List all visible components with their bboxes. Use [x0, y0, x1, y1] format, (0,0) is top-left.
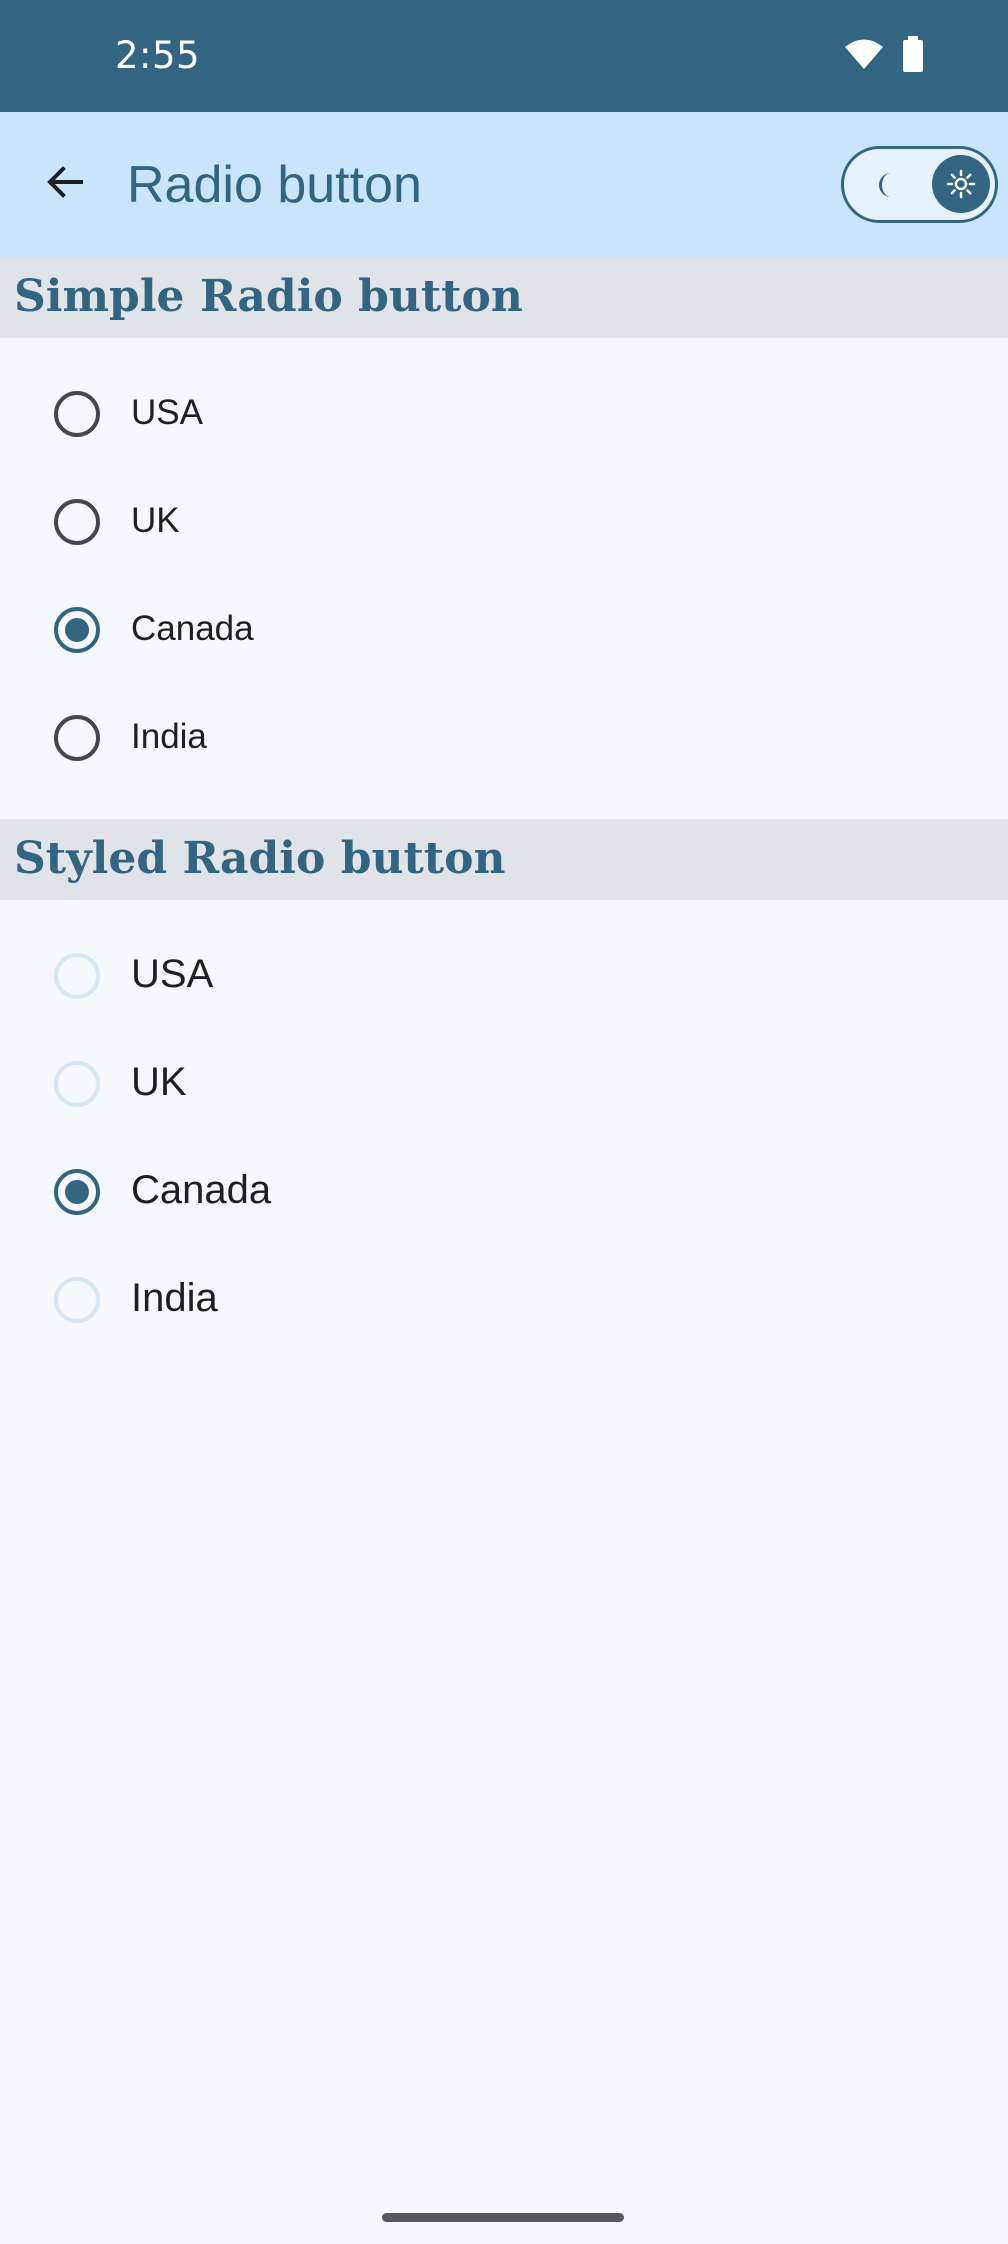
styled-radio-option-canada[interactable]: Canada [0, 1138, 1008, 1246]
radio-button[interactable] [54, 391, 100, 437]
section-header-styled: Styled Radio button [0, 819, 1008, 900]
home-indicator[interactable] [382, 2213, 624, 2222]
radio-label: USA [131, 393, 203, 432]
radio-option-usa[interactable]: USA [0, 360, 1008, 468]
section-title: Simple Radio button [14, 271, 523, 322]
radio-label: UK [131, 1060, 187, 1104]
wifi-icon [844, 38, 884, 75]
section-header-simple: Simple Radio button [0, 257, 1008, 338]
radio-button[interactable] [54, 499, 100, 545]
status-time: 2:55 [115, 34, 201, 77]
styled-radio-option-uk[interactable]: UK [0, 1030, 1008, 1138]
radio-option-canada[interactable]: Canada [0, 576, 1008, 684]
radio-button[interactable] [54, 1061, 100, 1107]
radio-button[interactable] [54, 607, 100, 653]
page-title: Radio button [127, 156, 422, 214]
radio-option-india[interactable]: India [0, 684, 1008, 792]
radio-option-uk[interactable]: UK [0, 468, 1008, 576]
status-icons [844, 36, 924, 77]
radio-label: Canada [131, 1168, 272, 1212]
status-bar: 2:55 [0, 0, 1008, 112]
radio-button[interactable] [54, 953, 100, 999]
radio-label: UK [131, 501, 180, 540]
theme-toggle[interactable] [841, 146, 998, 223]
moon-icon [871, 169, 903, 201]
radio-label: Canada [131, 609, 254, 648]
app-bar: Radio button [0, 112, 1008, 257]
radio-label: India [131, 717, 207, 756]
radio-button[interactable] [54, 715, 100, 761]
radio-button[interactable] [54, 1277, 100, 1323]
styled-radio-option-usa[interactable]: USA [0, 922, 1008, 1030]
styled-radio-option-india[interactable]: India [0, 1246, 1008, 1354]
radio-label: India [131, 1276, 218, 1320]
battery-icon [902, 36, 924, 77]
sun-icon [932, 155, 990, 213]
arrow-left-icon [45, 162, 85, 207]
radio-label: USA [131, 952, 214, 996]
radio-button[interactable] [54, 1169, 100, 1215]
back-button[interactable] [33, 152, 97, 216]
section-title: Styled Radio button [14, 833, 506, 884]
